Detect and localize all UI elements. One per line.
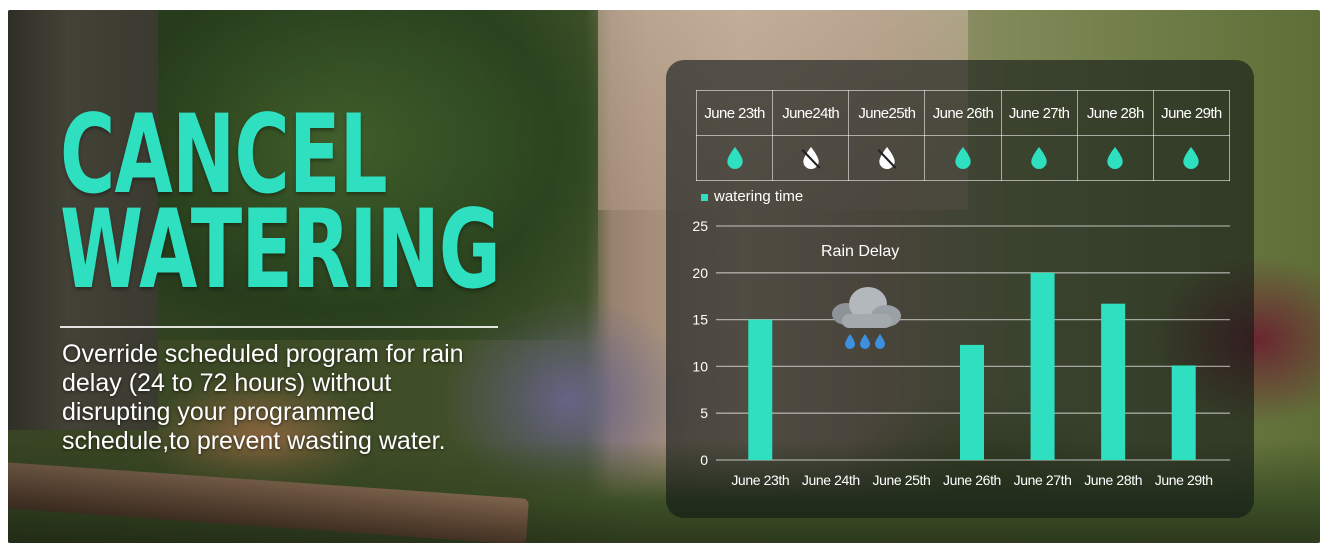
day-icon-row [695, 135, 1231, 181]
day-label: June24th [772, 90, 850, 136]
rain-cloud-icon [832, 287, 901, 349]
headline-line-2: WATERING [60, 186, 501, 313]
x-tick-label: June 23th [731, 472, 789, 488]
divider [60, 326, 498, 328]
x-tick-label: June 25th [872, 472, 930, 488]
day-status-cell [1076, 135, 1154, 181]
bar [1030, 272, 1055, 460]
watering-time-chart: 0 5 10 15 20 25 June 23th June 24th June 25th Jun… [692, 218, 1230, 488]
x-tick-label: June 26th [943, 472, 1001, 488]
bar [748, 319, 773, 460]
x-tick-label: June 24th [802, 472, 860, 488]
day-status-cell [924, 135, 1002, 181]
feature-description: Override scheduled program for rain dela… [62, 340, 464, 455]
y-tick-label: 5 [700, 405, 708, 421]
y-tick-label: 20 [692, 265, 708, 281]
no-water-drop-icon [877, 146, 897, 170]
day-label: June 26th [924, 90, 1002, 136]
schedule-panel: June 23th June24th June25th June 26th June 2… [666, 60, 1254, 518]
water-drop-icon [1031, 146, 1047, 170]
day-label: June 29th [1152, 90, 1231, 136]
x-tick-label: June 29th [1155, 472, 1213, 488]
water-drop-icon [726, 146, 743, 170]
y-tick-label: 0 [700, 452, 708, 468]
day-label: June 27th [1000, 90, 1078, 136]
water-drop-icon [1183, 146, 1200, 170]
day-label: June 28h [1076, 90, 1154, 136]
day-status-cell [695, 135, 774, 181]
y-tick-label: 25 [692, 218, 708, 234]
day-label: June 23th [695, 90, 774, 136]
water-drop-icon [1107, 146, 1123, 170]
bar [960, 344, 984, 460]
day-label-row: June 23th June24th June25th June 26th June 2… [695, 90, 1231, 136]
bar [1171, 365, 1196, 460]
headline: CANCEL WATERING [60, 101, 597, 304]
watering-schedule-grid: June 23th June24th June25th June 26th June 2… [695, 90, 1231, 181]
day-status-cell [1152, 135, 1231, 181]
x-tick-label: June 27th [1014, 472, 1072, 488]
day-status-cell [772, 135, 850, 181]
y-tick-label: 15 [692, 312, 708, 328]
x-tick-label: June 28th [1084, 472, 1142, 488]
day-status-cell [848, 135, 926, 181]
hero-banner: CANCEL WATERING Override scheduled progr… [8, 10, 1320, 543]
y-tick-label: 10 [692, 358, 708, 374]
bar [1101, 303, 1126, 460]
day-label: June25th [848, 90, 926, 136]
day-status-cell [1000, 135, 1078, 181]
water-drop-icon [955, 146, 971, 170]
no-water-drop-icon [801, 146, 821, 170]
